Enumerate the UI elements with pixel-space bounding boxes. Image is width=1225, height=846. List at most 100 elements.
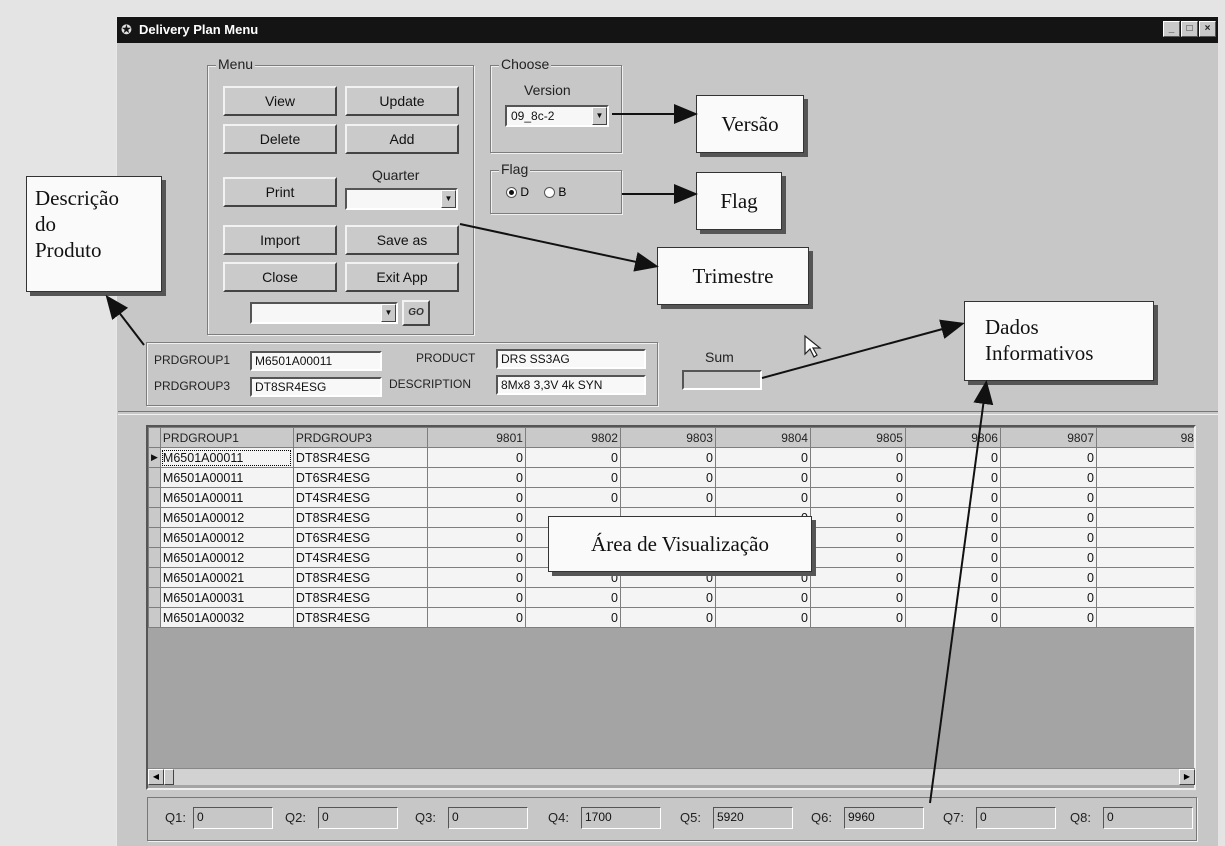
- table-cell[interactable]: DT6SR4ESG: [292, 527, 428, 548]
- table-cell[interactable]: [1095, 567, 1194, 588]
- delete-button[interactable]: Delete: [223, 124, 337, 154]
- table-cell[interactable]: 0: [809, 467, 906, 488]
- table-cell[interactable]: 0: [524, 607, 621, 628]
- row-header[interactable]: [148, 467, 161, 488]
- table-cell[interactable]: 0: [426, 587, 526, 608]
- horizontal-scrollbar[interactable]: ◀ ▶: [148, 768, 1195, 785]
- table-cell[interactable]: 0: [619, 467, 716, 488]
- row-header[interactable]: [148, 587, 161, 608]
- column-header[interactable]: 98: [1095, 427, 1194, 448]
- row-header[interactable]: [148, 567, 161, 588]
- table-row[interactable]: M6501A00032 DT8SR4ESG 0 0 0 0 0 0 0: [148, 607, 1194, 628]
- row-header[interactable]: [148, 607, 161, 628]
- column-header[interactable]: 9805: [809, 427, 906, 448]
- table-cell[interactable]: [1095, 607, 1194, 628]
- table-cell[interactable]: 0: [714, 467, 811, 488]
- table-cell[interactable]: DT8SR4ESG: [292, 507, 428, 528]
- table-cell[interactable]: M6501A00031: [159, 587, 294, 608]
- column-header[interactable]: 9804: [714, 427, 811, 448]
- table-cell[interactable]: 0: [426, 507, 526, 528]
- table-cell[interactable]: 0: [426, 467, 526, 488]
- column-header[interactable]: PRDGROUP1: [159, 427, 294, 448]
- column-header[interactable]: 9806: [904, 427, 1001, 448]
- table-cell[interactable]: 0: [714, 587, 811, 608]
- column-header[interactable]: 9807: [999, 427, 1097, 448]
- table-cell[interactable]: M6501A00032: [159, 607, 294, 628]
- table-cell[interactable]: DT8SR4ESG: [292, 567, 428, 588]
- table-cell[interactable]: 0: [999, 507, 1097, 528]
- row-header[interactable]: [148, 487, 161, 508]
- flag-radio-d[interactable]: D: [506, 185, 529, 199]
- table-cell[interactable]: 0: [714, 487, 811, 508]
- table-cell[interactable]: DT8SR4ESG: [292, 587, 428, 608]
- add-button[interactable]: Add: [345, 124, 459, 154]
- table-cell[interactable]: 0: [999, 607, 1097, 628]
- table-row[interactable]: M6501A00011 DT6SR4ESG 0 0 0 0 0 0 0: [148, 467, 1194, 488]
- table-cell[interactable]: 0: [809, 507, 906, 528]
- table-cell[interactable]: M6501A00011: [159, 467, 294, 488]
- chevron-down-icon[interactable]: ▼: [592, 107, 607, 125]
- table-cell[interactable]: [1095, 447, 1194, 468]
- table-cell[interactable]: 0: [904, 607, 1001, 628]
- table-cell[interactable]: DT4SR4ESG: [292, 487, 428, 508]
- table-cell[interactable]: 0: [999, 467, 1097, 488]
- table-cell[interactable]: 0: [809, 547, 906, 568]
- table-cell[interactable]: 0: [904, 527, 1001, 548]
- table-cell[interactable]: M6501A00011: [159, 487, 294, 508]
- table-row[interactable]: M6501A00011 DT4SR4ESG 0 0 0 0 0 0 0: [148, 487, 1194, 508]
- table-cell[interactable]: 0: [619, 607, 716, 628]
- table-cell[interactable]: 0: [426, 527, 526, 548]
- save-as-button[interactable]: Save as: [345, 225, 459, 255]
- table-cell[interactable]: M6501A00012: [159, 527, 294, 548]
- print-button[interactable]: Print: [223, 177, 337, 207]
- table-cell[interactable]: [1095, 467, 1194, 488]
- table-cell[interactable]: 0: [904, 567, 1001, 588]
- row-pointer-icon[interactable]: ▶: [148, 447, 161, 468]
- chevron-down-icon[interactable]: ▼: [381, 304, 396, 322]
- table-cell[interactable]: 0: [999, 527, 1097, 548]
- update-button[interactable]: Update: [345, 86, 459, 116]
- table-cell[interactable]: 0: [809, 487, 906, 508]
- table-cell[interactable]: 0: [904, 507, 1001, 528]
- column-header[interactable]: PRDGROUP3: [292, 427, 428, 448]
- table-cell[interactable]: 0: [714, 447, 811, 468]
- table-cell[interactable]: 0: [999, 547, 1097, 568]
- row-header[interactable]: [148, 527, 161, 548]
- table-cell[interactable]: 0: [426, 607, 526, 628]
- table-cell[interactable]: 0: [426, 567, 526, 588]
- table-cell[interactable]: 0: [999, 567, 1097, 588]
- table-cell[interactable]: 0: [809, 447, 906, 468]
- quarter-select[interactable]: ▼: [345, 188, 458, 210]
- table-cell[interactable]: [1095, 587, 1194, 608]
- maximize-button[interactable]: □: [1181, 21, 1198, 37]
- table-cell[interactable]: 0: [809, 527, 906, 548]
- table-row[interactable]: ▶ M6501A00011 DT8SR4ESG 0 0 0 0 0 0 0: [148, 447, 1194, 468]
- table-cell[interactable]: M6501A00012: [159, 507, 294, 528]
- go-select[interactable]: ▼: [250, 302, 398, 324]
- table-cell[interactable]: 0: [426, 487, 526, 508]
- column-header[interactable]: 9802: [524, 427, 621, 448]
- table-cell[interactable]: 0: [904, 587, 1001, 608]
- table-cell[interactable]: [1095, 547, 1194, 568]
- row-header[interactable]: [148, 507, 161, 528]
- table-cell[interactable]: DT6SR4ESG: [292, 467, 428, 488]
- table-cell[interactable]: 0: [904, 467, 1001, 488]
- table-cell[interactable]: 0: [904, 447, 1001, 468]
- scroll-right-icon[interactable]: ▶: [1179, 769, 1195, 785]
- table-cell[interactable]: [1095, 527, 1194, 548]
- table-cell[interactable]: DT4SR4ESG: [292, 547, 428, 568]
- data-grid[interactable]: PRDGROUP1 PRDGROUP3 9801 9802 9803 9804 9805 98…: [146, 425, 1196, 790]
- row-header[interactable]: [148, 547, 161, 568]
- view-button[interactable]: View: [223, 86, 337, 116]
- table-cell[interactable]: 0: [999, 447, 1097, 468]
- table-cell[interactable]: 0: [619, 587, 716, 608]
- scroll-left-icon[interactable]: ◀: [148, 769, 164, 785]
- table-cell[interactable]: 0: [904, 547, 1001, 568]
- table-cell[interactable]: 0: [904, 487, 1001, 508]
- table-cell[interactable]: M6501A00012: [159, 547, 294, 568]
- minimize-button[interactable]: _: [1163, 21, 1180, 37]
- table-cell[interactable]: 0: [524, 587, 621, 608]
- table-cell[interactable]: 0: [524, 447, 621, 468]
- table-cell[interactable]: 0: [619, 487, 716, 508]
- close-button[interactable]: Close: [223, 262, 337, 292]
